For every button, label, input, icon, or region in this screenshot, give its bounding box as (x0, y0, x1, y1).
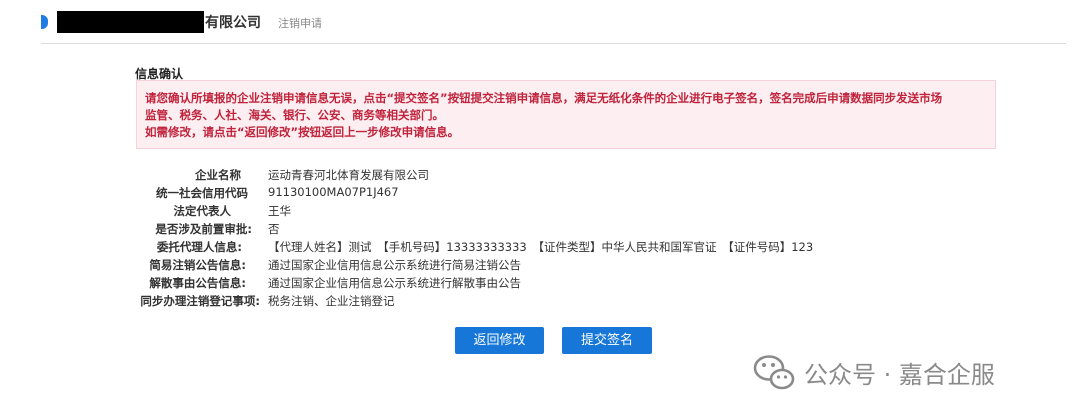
field-label: 解散事由公告信息: (149, 276, 246, 290)
redacted-company-name (57, 11, 204, 33)
field-label: 统一社会信用代码 (156, 186, 248, 200)
info-row: 简易注销公告信息: 通过国家企业信用信息公示系统进行简易注销公告 (0, 257, 900, 275)
field-value: 【代理人姓名】测试 【手机号码】13333333333 【证件类型】中华人民共和… (268, 240, 814, 254)
wechat-watermark: 公众号 · 嘉合企服 (752, 352, 995, 392)
info-row: 同步办理注销登记事项: 税务注销、企业注销登记 (0, 293, 900, 311)
field-label: 委托代理人信息: (156, 240, 242, 254)
wechat-icon (753, 355, 795, 390)
notice-line-1: 请您确认所填报的企业注销申请信息无误，点击“提交签名”按钮提交注销申请信息，满足… (145, 91, 943, 105)
back-to-edit-button[interactable]: 返回修改 (455, 327, 544, 354)
field-label: 同步办理注销登记事项: (140, 294, 260, 308)
submit-signature-button[interactable]: 提交签名 (562, 327, 652, 354)
info-row: 法定代表人 王华 (0, 203, 900, 221)
field-label: 是否涉及前置审批: (155, 222, 252, 236)
field-value: 运动青春河北体育发展有限公司 (268, 168, 429, 182)
field-label: 企业名称 (195, 168, 241, 182)
notice-line-3: 如需修改，请点击“返回修改”按钮返回上一步修改申请信息。 (145, 125, 460, 139)
info-row: 委托代理人信息: 【代理人姓名】测试 【手机号码】13333333333 【证件… (0, 239, 900, 257)
confirmation-notice: 请您确认所填报的企业注销申请信息无误，点击“提交签名”按钮提交注销申请信息，满足… (136, 80, 996, 149)
info-row: 解散事由公告信息: 通过国家企业信用信息公示系统进行解散事由公告 (0, 275, 900, 293)
header-divider (41, 43, 1066, 44)
field-value: 通过国家企业信用信息公示系统进行解散事由公告 (268, 276, 521, 290)
company-suffix: 有限公司 (205, 15, 261, 31)
field-value: 王华 (268, 204, 291, 218)
field-value: 通过国家企业信用信息公示系统进行简易注销公告 (268, 258, 521, 272)
info-row: 是否涉及前置审批: 否 (0, 221, 900, 239)
field-value: 91130100MA07P1J467 (268, 185, 399, 199)
page-subtitle: 注销申请 (278, 17, 322, 30)
field-value: 否 (268, 222, 280, 236)
info-row: 统一社会信用代码 91130100MA07P1J467 (0, 185, 900, 203)
field-label: 简易注销公告信息: (149, 258, 246, 272)
watermark-text: 公众号 · 嘉合企服 (804, 360, 995, 389)
header-marker-icon (41, 15, 48, 29)
page-header: 有限公司 注销申请 (0, 0, 1080, 44)
field-label: 法定代表人 (173, 204, 232, 218)
notice-line-2: 监管、税务、人社、海关、银行、公安、商务等相关部门。 (145, 108, 444, 122)
field-value: 税务注销、企业注销登记 (268, 294, 395, 308)
info-row: 企业名称 运动青春河北体育发展有限公司 (0, 167, 900, 185)
